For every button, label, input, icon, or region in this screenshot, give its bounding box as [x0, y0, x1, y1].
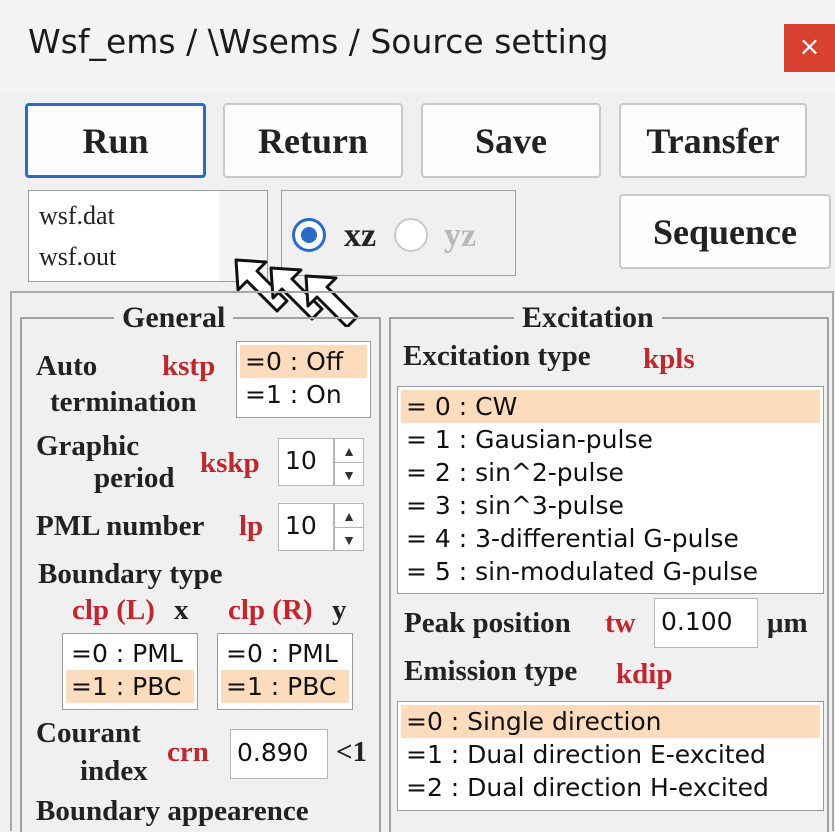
axis-x-label: x	[174, 594, 189, 626]
emission-type-option[interactable]: =1 : Dual direction E-excited	[401, 738, 820, 771]
lp-var: lp	[239, 510, 264, 542]
excitation-type-option[interactable]: = 1 : Gausian-pulse	[401, 423, 820, 456]
excitation-type-option[interactable]: = 5 : sin-modulated G-pulse	[401, 555, 820, 588]
file-item[interactable]: wsf.out	[39, 242, 116, 272]
graphic-period-input[interactable]: 10	[278, 438, 334, 486]
general-title: General	[114, 301, 234, 335]
kskp-var: kskp	[200, 447, 260, 479]
pml-number-input[interactable]: 10	[278, 503, 334, 551]
graphic-period-stepper[interactable]: ▲ ▼	[334, 438, 364, 486]
auto-termination-list[interactable]: =0 : Off =1 : On	[236, 341, 371, 418]
boundary-left-list[interactable]: =0 : PML =1 : PBC	[62, 633, 198, 710]
courant-label: Courant	[36, 717, 141, 749]
radio-yz[interactable]	[394, 218, 428, 252]
graphic-period-label-2: period	[94, 462, 175, 494]
radio-dot-icon	[301, 227, 317, 243]
crn-var: crn	[167, 736, 209, 768]
return-button[interactable]: Return	[223, 103, 403, 178]
spin-up-icon[interactable]: ▲	[335, 504, 363, 528]
boundary-type-label: Boundary type	[38, 558, 223, 590]
spin-down-icon[interactable]: ▼	[335, 463, 363, 486]
transfer-button[interactable]: Transfer	[619, 103, 807, 178]
peak-unit: μm	[767, 607, 808, 639]
emission-type-label: Emission type	[404, 655, 578, 687]
auto-termination-option[interactable]: =1 : On	[240, 378, 367, 411]
emission-type-option[interactable]: =2 : Dual direction H-excited	[401, 771, 820, 804]
clp-left-var: clp (L)	[72, 594, 155, 626]
courant-label-2: index	[80, 755, 148, 787]
spin-up-icon[interactable]: ▲	[335, 439, 363, 463]
tw-var: tw	[605, 607, 636, 639]
boundary-left-option[interactable]: =0 : PML	[66, 637, 194, 670]
boundary-appearance-label: Boundary appearence	[36, 795, 309, 827]
excitation-type-option[interactable]: = 0 : CW	[401, 390, 820, 423]
graphic-period-label: Graphic	[36, 430, 140, 462]
window-title: Wsf_ems / \Wsems / Source setting	[28, 22, 609, 61]
excitation-type-option[interactable]: = 4 : 3-differential G-pulse	[401, 522, 820, 555]
excitation-type-list[interactable]: = 0 : CW = 1 : Gausian-pulse = 2 : sin^2…	[397, 386, 824, 594]
clp-right-var: clp (R)	[228, 594, 313, 626]
kstp-var: kstp	[162, 350, 216, 382]
emission-type-list[interactable]: =0 : Single direction =1 : Dual directio…	[397, 701, 824, 811]
boundary-right-option[interactable]: =1 : PBC	[221, 670, 349, 703]
peak-position-input[interactable]: 0.100	[654, 598, 758, 648]
peak-position-label: Peak position	[404, 607, 571, 639]
auto-termination-label: Auto	[36, 350, 98, 382]
auto-termination-option[interactable]: =0 : Off	[240, 345, 367, 378]
xz-label[interactable]: xz	[344, 217, 376, 255]
spin-down-icon[interactable]: ▼	[335, 528, 363, 551]
close-button[interactable]: ×	[784, 24, 835, 72]
auto-termination-label-2: termination	[50, 386, 197, 418]
kdip-var: kdip	[616, 658, 673, 690]
courant-input[interactable]: 0.890	[230, 729, 328, 779]
axis-y-label: y	[332, 594, 347, 626]
sequence-button[interactable]: Sequence	[619, 194, 831, 269]
emission-type-option[interactable]: =0 : Single direction	[401, 705, 820, 738]
yz-label[interactable]: yz	[444, 217, 476, 255]
excitation-type-option[interactable]: = 2 : sin^2-pulse	[401, 456, 820, 489]
kpls-var: kpls	[643, 343, 695, 375]
pml-number-label: PML number	[36, 510, 205, 542]
radio-xz[interactable]	[292, 218, 326, 252]
excitation-type-option[interactable]: = 3 : sin^3-pulse	[401, 489, 820, 522]
boundary-right-list[interactable]: =0 : PML =1 : PBC	[217, 633, 353, 710]
boundary-left-option[interactable]: =1 : PBC	[66, 670, 194, 703]
excitation-title: Excitation	[514, 301, 662, 335]
pml-number-stepper[interactable]: ▲ ▼	[334, 503, 364, 551]
excitation-type-label: Excitation type	[403, 340, 591, 372]
save-button[interactable]: Save	[421, 103, 601, 178]
run-button[interactable]: Run	[25, 103, 206, 178]
courant-suffix: <1	[336, 736, 368, 768]
file-item[interactable]: wsf.dat	[39, 201, 115, 231]
boundary-right-option[interactable]: =0 : PML	[221, 637, 349, 670]
